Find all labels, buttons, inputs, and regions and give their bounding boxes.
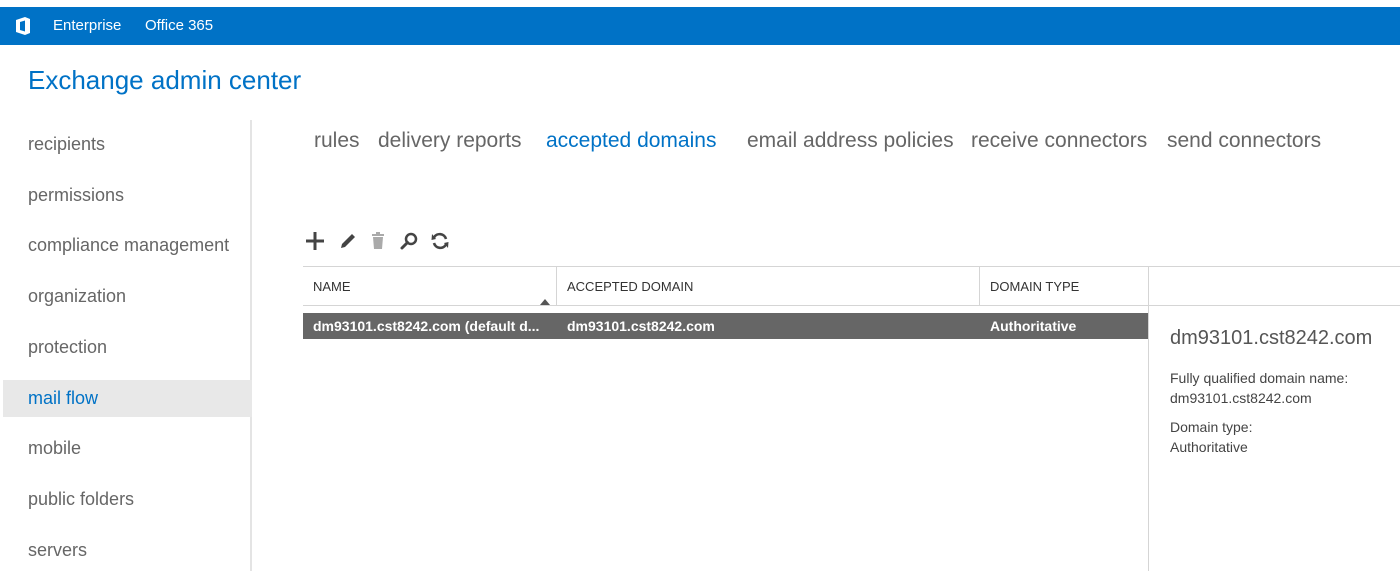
nav-item-mobile[interactable]: mobile <box>3 430 252 467</box>
tab-rules[interactable]: rules <box>314 129 360 153</box>
fqdn-value: dm93101.cst8242.com <box>1170 390 1312 406</box>
office-logo-icon[interactable] <box>13 16 33 36</box>
top-strip <box>0 0 1400 7</box>
details-pane: dm93101.cst8242.com Fully qualified doma… <box>1148 306 1400 571</box>
fqdn-label: Fully qualified domain name: <box>1170 370 1349 386</box>
nav-item-protection[interactable]: protection <box>3 329 252 366</box>
cell-domain-type: Authoritative <box>990 318 1077 334</box>
tab-delivery-reports[interactable]: delivery reports <box>378 129 522 153</box>
edit-icon[interactable] <box>336 228 360 254</box>
top-bar: Enterprise Office 365 <box>0 7 1400 45</box>
cell-name: dm93101.cst8242.com (default d... <box>313 318 540 334</box>
tab-email-address-policies[interactable]: email address policies <box>747 129 954 153</box>
grid-header: NAME ACCEPTED DOMAIN DOMAIN TYPE <box>303 266 1400 306</box>
column-header-name-label: NAME <box>313 279 351 294</box>
tab-send-connectors[interactable]: send connectors <box>1167 129 1321 153</box>
enterprise-link[interactable]: Enterprise <box>53 17 121 34</box>
column-header-accepted-domain[interactable]: ACCEPTED DOMAIN <box>557 267 980 306</box>
details-title: dm93101.cst8242.com <box>1170 327 1373 349</box>
nav-item-public-folders[interactable]: public folders <box>3 481 252 518</box>
tab-accepted-domains[interactable]: accepted domains <box>546 129 716 153</box>
nav-item-recipients[interactable]: recipients <box>3 126 252 163</box>
delete-icon[interactable] <box>366 228 390 254</box>
refresh-icon[interactable] <box>428 228 452 254</box>
nav-item-servers[interactable]: servers <box>3 532 252 569</box>
nav-item-organization[interactable]: organization <box>3 278 252 315</box>
search-icon[interactable] <box>397 228 421 254</box>
domain-type-label: Domain type: <box>1170 419 1253 435</box>
domain-type-value: Authoritative <box>1170 439 1248 455</box>
cell-accepted-domain: dm93101.cst8242.com <box>567 318 715 334</box>
add-icon[interactable] <box>303 228 327 254</box>
column-header-name[interactable]: NAME <box>303 267 557 306</box>
nav-item-mail-flow[interactable]: mail flow <box>3 380 252 417</box>
office-365-link[interactable]: Office 365 <box>145 17 213 34</box>
left-nav: recipients permissions compliance manage… <box>0 120 252 571</box>
column-header-domain-type[interactable]: DOMAIN TYPE <box>980 267 1149 306</box>
table-row[interactable]: dm93101.cst8242.com (default d... dm9310… <box>303 313 1149 339</box>
nav-item-compliance-management[interactable]: compliance management <box>3 227 252 264</box>
tab-receive-connectors[interactable]: receive connectors <box>971 129 1147 153</box>
app-title: Exchange admin center <box>28 65 302 95</box>
nav-item-permissions[interactable]: permissions <box>3 177 252 214</box>
